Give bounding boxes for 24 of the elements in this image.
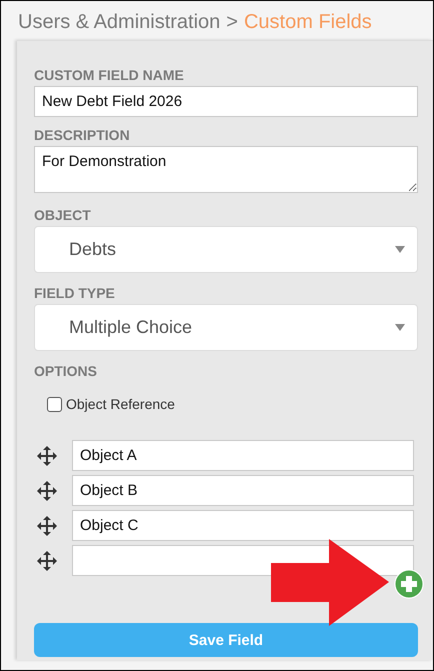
caret-icon — [395, 324, 405, 331]
field-label: CUSTOM FIELD NAME — [34, 66, 185, 84]
move-icon[interactable] — [37, 446, 57, 466]
add-icon[interactable] — [394, 569, 424, 599]
field-label: OPTIONS — [34, 362, 98, 380]
option-field[interactable]: Object A — [72, 440, 414, 471]
page-title: Custom Fields — [244, 11, 372, 35]
field-label: FIELD TYPE — [34, 284, 116, 302]
option-field[interactable]: Object C — [72, 510, 414, 541]
option-field[interactable]: Object B — [72, 475, 414, 506]
field-type-dropdown[interactable]: Multiple Choice — [34, 304, 418, 351]
name-field[interactable]: New Debt Field 2026 — [34, 86, 418, 117]
move-icon[interactable] — [37, 516, 57, 536]
object-dropdown[interactable]: Debts — [34, 226, 418, 273]
breadcrumb-link[interactable]: Users & Administration — [18, 11, 220, 40]
checkbox[interactable] — [47, 396, 62, 412]
breadcrumb-separator: > — [226, 11, 238, 35]
description-field[interactable]: For Demonstration — [34, 146, 418, 193]
field-label: OBJECT — [34, 206, 92, 224]
field-label: DESCRIPTION — [34, 126, 131, 144]
caret-icon — [395, 246, 405, 253]
checkbox-label: Object Reference — [66, 396, 175, 412]
move-icon[interactable] — [37, 480, 57, 500]
move-icon[interactable] — [37, 550, 57, 570]
